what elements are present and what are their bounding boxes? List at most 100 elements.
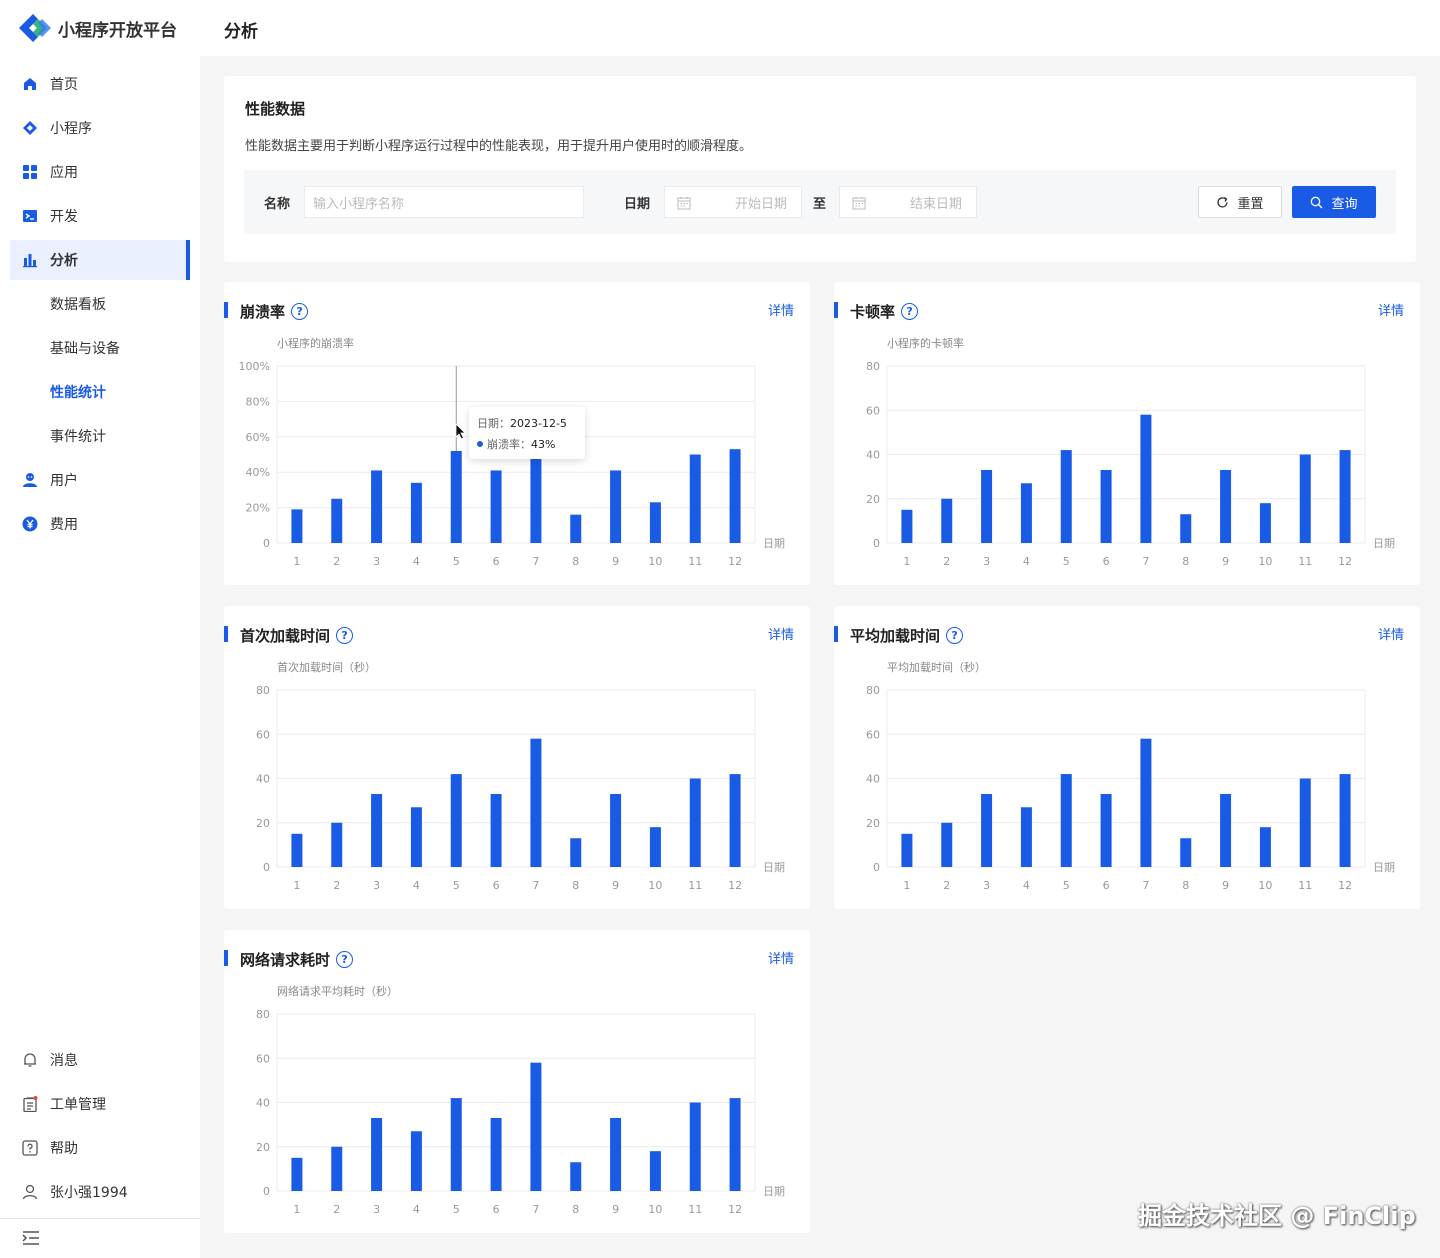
- chart-bar: [649, 1151, 661, 1191]
- y-tick-label: 60: [866, 404, 880, 417]
- y-tick-label: 0: [263, 861, 270, 874]
- sidebar-subitem-performance[interactable]: 性能统计: [10, 372, 190, 412]
- to-label: 至: [813, 197, 827, 212]
- chart-bar: [291, 1157, 303, 1191]
- divider: [0, 1218, 200, 1219]
- terminal-icon: [23, 210, 37, 222]
- chart-card-avg-load: 平均加载时间 ? 详情 平均加载时间（秒） 0 20 40 60 80 1 2 3 4 5 6 7 8 9 1…: [834, 606, 1420, 909]
- name-input[interactable]: 输入小程序名称: [304, 186, 584, 218]
- x-tick-label: 3: [373, 879, 380, 892]
- sidebar-item-miniprogram[interactable]: 小程序: [10, 108, 190, 148]
- sidebar-item-help[interactable]: 帮助: [10, 1128, 190, 1168]
- bar-chart: 网络请求平均耗时（秒）0204060801 2 3 4 5 6 7 8 9 10 11 12日期: [256, 984, 785, 1216]
- clipboard-icon: [23, 1096, 38, 1112]
- sidebar-subitem-dashboard[interactable]: 数据看板: [10, 284, 190, 324]
- chart-bar: [1140, 414, 1152, 543]
- sidebar-item-label: 张小强1994: [50, 1185, 128, 1201]
- x-axis-label: 日期: [763, 861, 785, 874]
- x-tick-label: 8: [572, 879, 579, 892]
- chart-card-lag: 卡顿率 ? 详情 小程序的卡顿率 0 20 40 60 80 1 2 3 4 5 6 7 8 9 10 11 12…: [834, 282, 1420, 585]
- sidebar-item-apps[interactable]: 应用: [10, 152, 190, 192]
- x-tick-label: 3: [373, 1203, 380, 1216]
- x-tick-label: 5: [453, 879, 460, 892]
- collapse-menu-icon[interactable]: [22, 1230, 40, 1246]
- x-tick-label: 6: [1103, 879, 1110, 892]
- x-tick-label: 3: [983, 555, 990, 568]
- chart-bar: [689, 1102, 701, 1191]
- chart-bar: [1339, 450, 1351, 543]
- chart-bar: [1299, 778, 1311, 867]
- chart-bar: [689, 454, 701, 543]
- x-tick-label: 7: [1142, 879, 1149, 892]
- section-description: 性能数据主要用于判断小程序运行过程中的性能表现，用于提升用户使用时的顺滑程度。: [245, 139, 753, 154]
- bar-chart-icon: [23, 254, 37, 268]
- x-tick-label: 10: [1258, 879, 1272, 892]
- x-tick-label: 10: [648, 879, 662, 892]
- x-tick-label: 10: [648, 555, 662, 568]
- y-tick-label: 20: [866, 817, 880, 830]
- chart-bar: [1140, 738, 1152, 867]
- x-tick-label: 9: [612, 1203, 619, 1216]
- chart-bar: [1299, 454, 1311, 543]
- x-tick-label: 4: [413, 1203, 420, 1216]
- end-date-input[interactable]: 结束日期: [839, 186, 977, 218]
- calendar-icon: [677, 197, 691, 210]
- chart-bar: [1180, 514, 1192, 543]
- chart-bar: [1100, 469, 1112, 543]
- sidebar-item-account[interactable]: 张小强1994: [10, 1172, 190, 1212]
- reset-button[interactable]: 重置: [1198, 186, 1282, 218]
- chart-bar: [371, 470, 383, 543]
- chart-bar: [490, 1117, 502, 1191]
- sidebar-item-home[interactable]: 首页: [10, 64, 190, 104]
- chart-bar: [1020, 807, 1032, 867]
- x-tick-label: 6: [1103, 555, 1110, 568]
- x-tick-label: 7: [532, 555, 539, 568]
- tooltip-series-value: 43%: [531, 438, 556, 451]
- sidebar-item-tickets[interactable]: 工单管理: [10, 1084, 190, 1124]
- person-icon: [22, 1184, 38, 1200]
- user-icon: [23, 473, 37, 487]
- sidebar-item-billing[interactable]: 费用: [10, 504, 190, 544]
- sidebar: 小程序开放平台 首页 小程序 应用 开发 分析 数据看板 基础与设备 性能统计 …: [0, 0, 200, 1258]
- sidebar-item-messages[interactable]: 消息: [10, 1040, 190, 1080]
- chart-bar: [981, 793, 993, 867]
- query-button[interactable]: 查询: [1292, 186, 1376, 218]
- app-logo[interactable]: 小程序开放平台: [18, 12, 177, 44]
- tooltip-date-label: 日期：: [477, 417, 510, 430]
- chart-bar: [1259, 503, 1271, 543]
- section-title: 性能数据: [245, 100, 306, 118]
- logo-icon: [19, 14, 51, 42]
- sidebar-item-dev[interactable]: 开发: [10, 196, 190, 236]
- x-tick-label: 2: [333, 1203, 340, 1216]
- x-tick-label: 10: [648, 1203, 662, 1216]
- tooltip-date-value: 2023-12-5: [510, 417, 567, 430]
- help-icon: [22, 1140, 38, 1156]
- x-tick-label: 1: [903, 879, 910, 892]
- x-tick-label: 1: [293, 879, 300, 892]
- sidebar-subitem-devices[interactable]: 基础与设备: [10, 328, 190, 368]
- yen-icon: [22, 516, 38, 532]
- sidebar-item-users[interactable]: 用户: [10, 460, 190, 500]
- y-tick-label: 20%: [246, 502, 270, 515]
- y-tick-label: 80: [866, 684, 880, 697]
- chart-bar: [570, 1162, 582, 1191]
- search-icon: [1311, 196, 1323, 208]
- home-icon: [24, 78, 36, 90]
- start-date-input[interactable]: 开始日期: [664, 186, 802, 218]
- chart-bar: [729, 449, 741, 543]
- sidebar-item-label: 费用: [50, 517, 78, 533]
- chart-bar: [570, 514, 582, 543]
- chart-bar: [450, 1098, 462, 1191]
- chart-bar: [410, 1131, 422, 1191]
- x-tick-label: 5: [1063, 555, 1070, 568]
- tooltip-series-label: 崩溃率：: [487, 438, 531, 451]
- chart-bar: [530, 454, 542, 543]
- y-tick-label: 20: [866, 493, 880, 506]
- x-tick-label: 4: [1023, 555, 1030, 568]
- sidebar-item-analysis[interactable]: 分析: [10, 240, 190, 280]
- sidebar-subitem-events[interactable]: 事件统计: [10, 416, 190, 456]
- bar-chart: 首次加载时间（秒）0204060801 2 3 4 5 6 7 8 9 10 11 12日期: [256, 660, 785, 892]
- calendar-icon: [852, 197, 866, 210]
- name-label: 名称: [264, 197, 291, 212]
- x-tick-label: 12: [728, 1203, 742, 1216]
